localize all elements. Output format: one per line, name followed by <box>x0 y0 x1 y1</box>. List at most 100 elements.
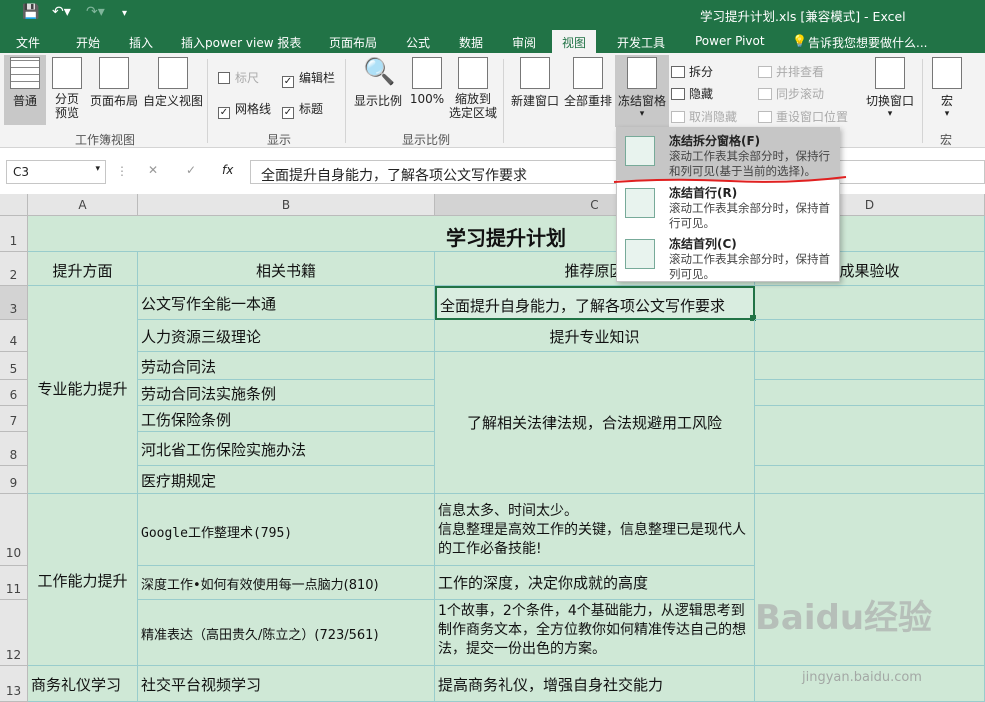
tab-data[interactable]: 数据 <box>459 34 483 51</box>
custom-views-icon <box>158 57 188 89</box>
formula-bar-checkbox[interactable]: ✓ 编辑栏 <box>282 69 335 88</box>
split-icon <box>671 66 685 78</box>
book-cell[interactable]: Google工作整理术(795) <box>138 494 435 566</box>
row-header[interactable]: 11 <box>0 566 28 600</box>
tab-power-view[interactable]: 插入power view 报表 <box>181 34 301 51</box>
tab-formulas[interactable]: 公式 <box>406 34 430 51</box>
undo-icon[interactable]: ↶▾ <box>52 4 71 20</box>
selected-cell-c3[interactable]: 全面提升自身能力，了解各项公文写作要求 <box>435 286 755 320</box>
book-cell[interactable]: 深度工作•如何有效使用每一点脑力(810) <box>138 566 435 600</box>
row-header[interactable]: 4 <box>0 320 28 352</box>
enter-check-icon[interactable]: ✓ <box>186 163 196 177</box>
row-header[interactable]: 12 <box>0 600 28 666</box>
result-cell[interactable] <box>755 494 985 666</box>
custom-views-button[interactable]: 自定义视图 <box>143 57 203 109</box>
book-cell[interactable]: 劳动合同法实施条例 <box>138 380 435 406</box>
normal-view-button[interactable]: 普通 <box>4 55 46 125</box>
tab-developer[interactable]: 开发工具 <box>617 34 665 51</box>
new-window-icon <box>520 57 550 89</box>
book-cell[interactable]: 人力资源三级理论 <box>138 320 435 352</box>
headings-checkbox[interactable]: ✓ 标题 <box>282 100 323 119</box>
tab-page-layout[interactable]: 页面布局 <box>329 34 377 51</box>
row-header[interactable]: 5 <box>0 352 28 380</box>
freeze-top-row-icon <box>625 188 655 218</box>
row-header[interactable]: 9 <box>0 466 28 494</box>
reason-cell[interactable]: 1个故事，2个条件，4个基础能力，从逻辑思考到制作商务文本，全方位教你如何精准传… <box>435 600 755 666</box>
header-cell[interactable]: 相关书籍 <box>138 252 435 286</box>
tab-home[interactable]: 开始 <box>76 34 100 51</box>
tab-review[interactable]: 审阅 <box>512 34 536 51</box>
select-all-corner[interactable] <box>0 194 28 216</box>
result-cell[interactable] <box>755 286 985 320</box>
tell-me-search[interactable]: 告诉我您想要做什么... <box>808 34 927 51</box>
reason-cell[interactable]: 了解相关法律法规，合法规避用工风险 <box>435 352 755 494</box>
tab-view[interactable]: 视图 <box>552 30 597 53</box>
zoom-100-button[interactable]: 100% <box>409 57 445 106</box>
category-cell[interactable]: 商务礼仪学习 <box>28 666 138 702</box>
result-cell[interactable] <box>755 406 985 466</box>
result-cell[interactable] <box>755 380 985 406</box>
freeze-panes-button[interactable]: 冻结窗格 ▾ <box>615 55 669 127</box>
row-header[interactable]: 1 <box>0 216 28 252</box>
new-window-button[interactable]: 新建窗口 <box>510 57 560 109</box>
result-cell[interactable] <box>755 320 985 352</box>
row-header[interactable]: 8 <box>0 432 28 466</box>
tab-power-pivot[interactable]: Power Pivot <box>695 34 765 48</box>
row-header[interactable]: 10 <box>0 494 28 566</box>
chevron-down-icon: ▾ <box>887 109 893 119</box>
arrange-all-icon <box>573 57 603 89</box>
reset-window-position-button[interactable]: 重设窗口位置 <box>758 108 848 125</box>
sheet-title[interactable]: 学习提升计划 <box>28 216 985 252</box>
book-cell[interactable]: 劳动合同法 <box>138 352 435 380</box>
result-cell[interactable] <box>755 352 985 380</box>
book-cell[interactable]: 工伤保险条例 <box>138 406 435 432</box>
page-break-preview-button[interactable]: 分页 预览 <box>50 57 84 120</box>
save-icon[interactable]: 💾 <box>22 4 39 20</box>
page-layout-view-button[interactable]: 页面布局 <box>89 57 139 109</box>
zoom-to-selection-button[interactable]: 缩放到 选定区域 <box>448 57 498 120</box>
cancel-icon[interactable]: ✕ <box>148 163 158 177</box>
split-button[interactable]: 拆分 <box>671 63 713 80</box>
freeze-first-column-option[interactable]: 冻结首列(C) 滚动工作表其余部分时，保持首列可见。 <box>617 231 839 283</box>
category-cell[interactable]: 工作能力提升 <box>28 494 138 666</box>
macros-button[interactable]: 宏 ▾ <box>930 57 964 119</box>
switch-windows-button[interactable]: 切换窗口 ▾ <box>864 57 916 119</box>
gridlines-checkbox[interactable]: ✓ 网格线 <box>218 100 271 119</box>
row-header[interactable]: 7 <box>0 406 28 432</box>
window-title: 学习提升计划.xls [兼容模式] - Excel <box>700 9 906 24</box>
hide-button[interactable]: 隐藏 <box>671 85 713 102</box>
header-cell[interactable]: 提升方面 <box>28 252 138 286</box>
arrange-all-button[interactable]: 全部重排 <box>563 57 613 109</box>
view-side-by-side-button[interactable]: 并排查看 <box>758 63 824 80</box>
ruler-checkbox[interactable]: 标尺 <box>218 69 259 86</box>
reason-cell[interactable]: 信息太多、时间太少。 信息整理是高效工作的关键，信息整理已是现代人的工作必备技能… <box>435 494 755 566</box>
normal-view-icon <box>10 57 40 89</box>
reason-cell[interactable]: 提高商务礼仪，增强自身社交能力 <box>435 666 755 702</box>
insert-function-icon[interactable]: fx <box>222 163 233 177</box>
row-header[interactable]: 6 <box>0 380 28 406</box>
sync-scroll-button[interactable]: 同步滚动 <box>758 85 824 102</box>
book-cell[interactable]: 医疗期规定 <box>138 466 435 494</box>
row-header[interactable]: 13 <box>0 666 28 702</box>
book-cell[interactable]: 河北省工伤保险实施办法 <box>138 432 435 466</box>
customize-qat-icon[interactable]: ▾ <box>122 8 127 19</box>
book-cell[interactable]: 社交平台视频学习 <box>138 666 435 702</box>
tab-file[interactable]: 文件 <box>16 34 40 51</box>
zoom-button[interactable]: 🔍 显示比例 <box>352 57 404 109</box>
zoom-100-icon <box>412 57 442 89</box>
book-cell[interactable]: 精准表达（高田贵久/陈立之）(723/561) <box>138 600 435 666</box>
result-cell[interactable] <box>755 466 985 494</box>
tab-insert[interactable]: 插入 <box>129 34 153 51</box>
row-header[interactable]: 3 <box>0 286 28 320</box>
unhide-button[interactable]: 取消隐藏 <box>671 108 737 125</box>
book-cell[interactable]: 公文写作全能一本通 <box>138 286 435 320</box>
column-header-b[interactable]: B <box>138 194 435 216</box>
name-box[interactable]: C3 ▾ <box>6 160 106 184</box>
category-cell[interactable]: 专业能力提升 <box>28 286 138 494</box>
redo-icon[interactable]: ↷▾ <box>86 4 105 20</box>
reason-cell[interactable]: 提升专业知识 <box>435 320 755 352</box>
column-header-a[interactable]: A <box>28 194 138 216</box>
row-header[interactable]: 2 <box>0 252 28 286</box>
group-label-zoom: 显示比例 <box>402 133 451 147</box>
reason-cell[interactable]: 工作的深度，决定你成就的高度 <box>435 566 755 600</box>
